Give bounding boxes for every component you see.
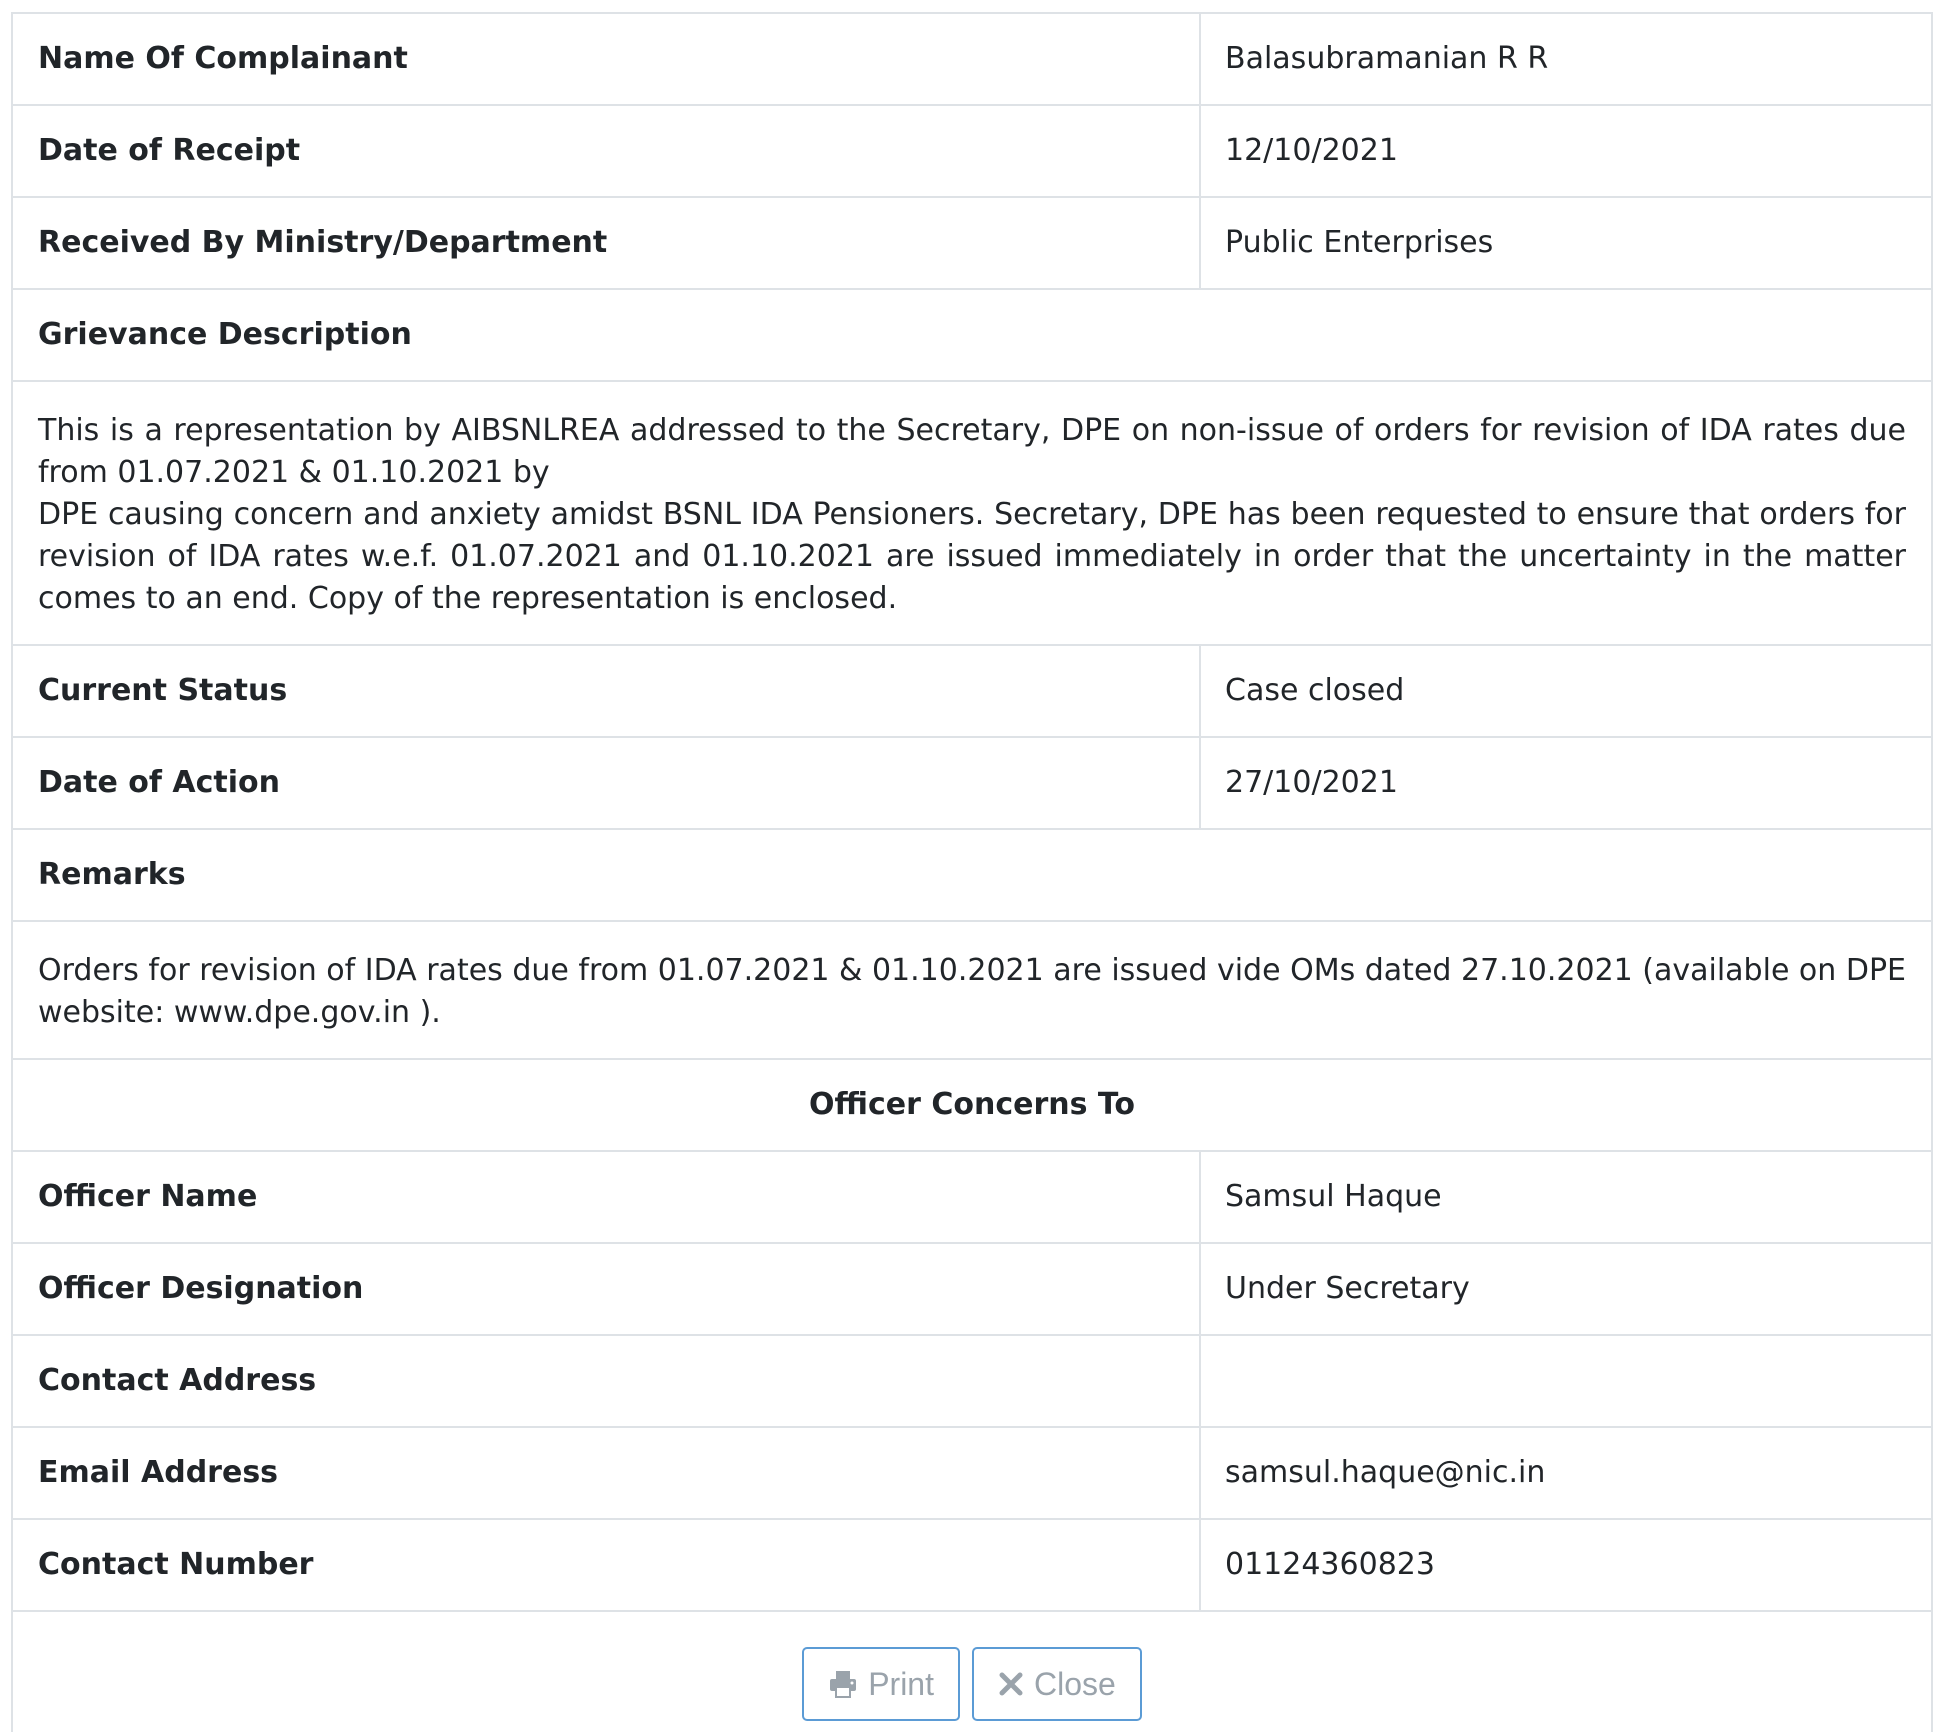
remarks-label: Remarks bbox=[38, 857, 186, 892]
action-date-label: Date of Action bbox=[13, 738, 1201, 828]
officer-section-heading: Officer Concerns To bbox=[809, 1087, 1135, 1122]
ministry-label: Received By Ministry/Department bbox=[13, 198, 1201, 288]
row-contact-number: Contact Number 01124360823 bbox=[13, 1520, 1931, 1612]
complainant-value: Balasubramanian R R bbox=[1225, 41, 1549, 76]
row-officer-name: Officer Name Samsul Haque bbox=[13, 1152, 1931, 1244]
row-action-date: Date of Action 27/10/2021 bbox=[13, 738, 1931, 830]
officer-name-value: Samsul Haque bbox=[1225, 1179, 1442, 1214]
row-ministry: Received By Ministry/Department Public E… bbox=[13, 198, 1931, 290]
row-contact-address: Contact Address bbox=[13, 1336, 1931, 1428]
action-bar: Print Close bbox=[13, 1612, 1931, 1732]
ministry-value: Public Enterprises bbox=[1225, 225, 1494, 260]
contact-number-value: 01124360823 bbox=[1225, 1547, 1435, 1582]
row-officer-designation: Officer Designation Under Secretary bbox=[13, 1244, 1931, 1336]
officer-name-label: Officer Name bbox=[13, 1152, 1201, 1242]
row-description-label: Grievance Description bbox=[13, 290, 1931, 382]
row-current-status: Current Status Case closed bbox=[13, 646, 1931, 738]
close-button-label: Close bbox=[1033, 1665, 1116, 1702]
contact-number-label: Contact Number bbox=[13, 1520, 1201, 1610]
grievance-details-table: Name Of Complainant Balasubramanian R R … bbox=[11, 12, 1933, 1732]
description-text: This is a representation by AIBSNLREA ad… bbox=[13, 382, 1931, 644]
print-button[interactable]: Print bbox=[802, 1647, 960, 1721]
row-complainant: Name Of Complainant Balasubramanian R R bbox=[13, 14, 1931, 106]
officer-designation-label: Officer Designation bbox=[13, 1244, 1201, 1334]
contact-address-label: Contact Address bbox=[13, 1336, 1201, 1426]
row-remarks-text: Orders for revision of IDA rates due fro… bbox=[13, 922, 1931, 1060]
print-button-label: Print bbox=[868, 1665, 934, 1702]
email-label: Email Address bbox=[13, 1428, 1201, 1518]
description-line-1: This is a representation by AIBSNLREA ad… bbox=[38, 413, 1906, 490]
close-icon bbox=[998, 1671, 1024, 1697]
action-date-value: 27/10/2021 bbox=[1225, 765, 1398, 800]
contact-address-value bbox=[1201, 1336, 1931, 1426]
printer-icon bbox=[828, 1669, 858, 1699]
description-line-2: DPE causing concern and anxiety amidst B… bbox=[38, 497, 1906, 616]
row-email: Email Address samsul.haque@nic.in bbox=[13, 1428, 1931, 1520]
row-remarks-label: Remarks bbox=[13, 830, 1931, 922]
email-value: samsul.haque@nic.in bbox=[1225, 1455, 1546, 1490]
status-value: Case closed bbox=[1225, 673, 1405, 708]
receipt-date-label: Date of Receipt bbox=[13, 106, 1201, 196]
officer-designation-value: Under Secretary bbox=[1225, 1271, 1470, 1306]
complainant-label: Name Of Complainant bbox=[13, 14, 1201, 104]
row-receipt-date: Date of Receipt 12/10/2021 bbox=[13, 106, 1931, 198]
remarks-text: Orders for revision of IDA rates due fro… bbox=[38, 953, 1906, 1030]
close-button[interactable]: Close bbox=[971, 1647, 1142, 1721]
status-label: Current Status bbox=[13, 646, 1201, 736]
receipt-date-value: 12/10/2021 bbox=[1225, 133, 1398, 168]
row-description-text: This is a representation by AIBSNLREA ad… bbox=[13, 382, 1931, 646]
row-officer-heading: Officer Concerns To bbox=[13, 1060, 1931, 1152]
description-label: Grievance Description bbox=[38, 317, 412, 352]
